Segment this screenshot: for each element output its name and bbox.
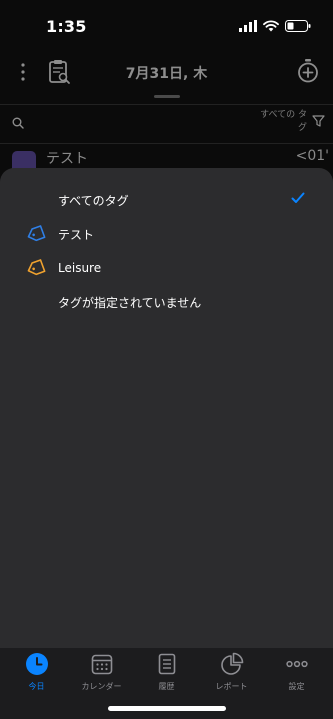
app-header: 7月31日, 木 (0, 52, 333, 94)
wifi-icon (263, 20, 279, 32)
more-horizontal-icon (285, 660, 308, 668)
tab-today[interactable]: 今日 (5, 648, 69, 698)
checkmark-icon (291, 192, 305, 203)
tab-settings[interactable]: 設定 (265, 648, 329, 698)
cellular-signal-icon (239, 20, 257, 32)
home-indicator[interactable] (108, 706, 226, 711)
calendar-icon (91, 654, 112, 675)
tab-label: レポート (215, 682, 248, 691)
tag-option-label: すべてのタグ (58, 193, 129, 208)
tag-option-all[interactable]: すべてのタグ (0, 183, 333, 217)
tag-option-label: Leisure (58, 261, 102, 275)
tab-label: 今日 (28, 682, 45, 691)
status-icons (239, 20, 311, 32)
tab-report[interactable]: レポート (200, 648, 264, 698)
tab-calendar[interactable]: カレンダー (70, 648, 134, 698)
status-time: 1:35 (46, 16, 87, 36)
tag-option-untagged[interactable]: タグが指定されていません (0, 285, 333, 319)
tag-option-label: テスト (58, 227, 95, 242)
screen: 1:35 7月31日, 木 すべての タグ テスト <01' すべてのタグ テス… (0, 0, 333, 719)
status-bar: 1:35 (0, 0, 333, 52)
header-date-title: 7月31日, 木 (125, 66, 208, 82)
tab-history[interactable]: 履歴 (135, 648, 199, 698)
tag-option-label: タグが指定されていません (58, 295, 202, 310)
tag-filter-label[interactable]: すべての タグ (259, 109, 307, 135)
pie-chart-icon (220, 652, 243, 675)
drag-handle[interactable] (154, 95, 180, 98)
filter-icon[interactable] (312, 115, 325, 127)
clipboard-search-icon[interactable] (46, 58, 72, 86)
list-item-duration: <01' (295, 148, 329, 164)
add-timer-icon[interactable] (297, 58, 319, 84)
tag-icon (27, 225, 46, 242)
tag-option-test[interactable]: テスト (0, 217, 333, 251)
tag-filter-sheet: すべてのタグ テスト Leisure タグが指定されていません (0, 168, 333, 648)
tag-option-leisure[interactable]: Leisure (0, 251, 333, 285)
tab-label: 設定 (288, 682, 305, 691)
more-vertical-icon[interactable] (18, 62, 28, 82)
list-item-title: テスト (46, 151, 88, 167)
tab-label: 履歴 (158, 682, 175, 691)
battery-icon (285, 20, 311, 32)
list-document-icon (158, 653, 175, 675)
clock-icon (25, 653, 48, 675)
tab-label: カレンダー (81, 682, 122, 691)
search-row: すべての タグ (0, 104, 333, 144)
tag-icon (27, 259, 46, 276)
search-icon[interactable] (12, 117, 24, 129)
